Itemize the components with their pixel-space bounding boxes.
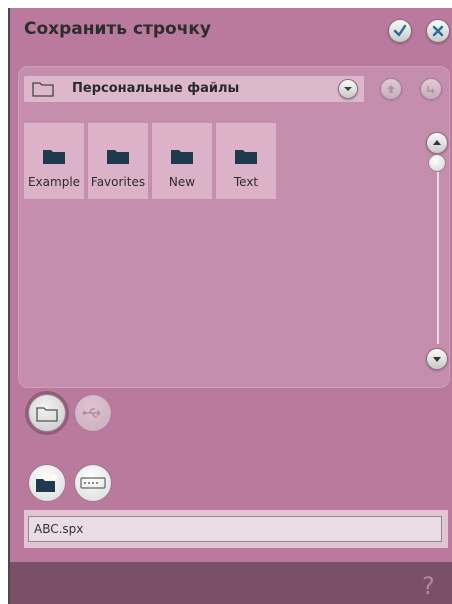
chevron-up-icon [433, 140, 441, 145]
folder-icon [235, 150, 257, 164]
path-bar[interactable]: Персональные файлы [24, 76, 364, 102]
folder-label: New [168, 175, 196, 189]
folder-item-text[interactable]: Text [216, 123, 276, 199]
dialog-title: Сохранить строчку [24, 19, 212, 39]
scroll-down-button[interactable] [426, 348, 448, 370]
confirm-button[interactable] [388, 19, 412, 43]
path-dropdown-button[interactable] [338, 79, 358, 99]
rename-button[interactable] [74, 464, 112, 502]
close-button[interactable] [426, 19, 450, 43]
footer-bar: ? [10, 562, 452, 604]
file-browser-panel: Персональные файлы Example Favorites New… [18, 66, 450, 388]
folder-icon [171, 150, 193, 164]
save-stitch-dialog: Сохранить строчку Персональные файлы Exa… [8, 8, 452, 604]
personal-files-button[interactable] [28, 394, 66, 432]
chevron-down-icon [433, 357, 441, 362]
folder-item-example[interactable]: Example [24, 123, 84, 199]
path-label: Персональные файлы [72, 81, 240, 96]
return-icon [427, 86, 435, 94]
folder-outline-icon [36, 406, 58, 422]
new-folder-button[interactable] [28, 464, 66, 502]
folder-item-new[interactable]: New [152, 123, 212, 199]
title-bar: Сохранить строчку [10, 8, 452, 52]
scroll-track[interactable] [437, 158, 439, 344]
folder-label: Favorites [90, 175, 146, 189]
keyboard-icon [80, 477, 106, 489]
usb-button[interactable] [74, 394, 112, 432]
folder-icon [43, 150, 65, 164]
folder-label: Text [233, 175, 259, 189]
folder-icon [107, 150, 129, 164]
help-icon[interactable]: ? [422, 572, 435, 600]
folder-up-button[interactable] [380, 78, 402, 100]
return-button[interactable] [420, 78, 442, 100]
filename-area [24, 510, 448, 548]
scroll-up-button[interactable] [426, 132, 448, 154]
folder-up-icon [387, 85, 395, 93]
usb-icon [82, 408, 101, 418]
chevron-down-icon [344, 87, 352, 91]
folder-label: Example [27, 175, 81, 189]
new-folder-icon [36, 474, 57, 492]
filename-input[interactable] [28, 516, 442, 542]
scroll-thumb[interactable] [428, 154, 446, 172]
close-icon [432, 25, 444, 37]
folder-outline-icon [32, 82, 54, 97]
checkmark-icon [393, 24, 407, 37]
folder-item-favorites[interactable]: Favorites [88, 123, 148, 199]
